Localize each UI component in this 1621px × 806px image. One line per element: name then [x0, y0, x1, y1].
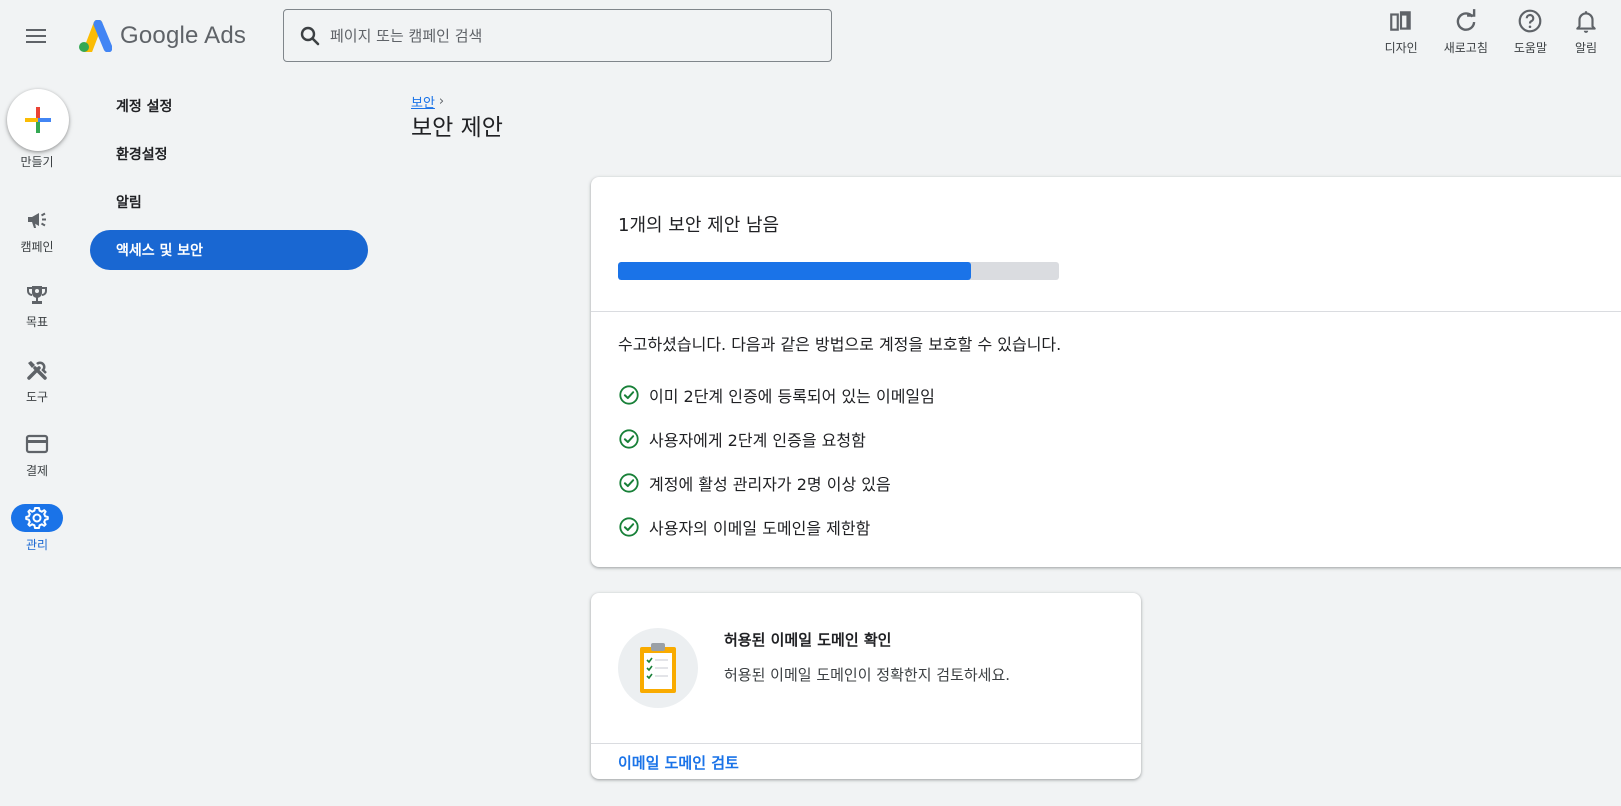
tools-icon — [27, 361, 47, 380]
security-progress-fill — [618, 262, 971, 280]
top-actions: 디자인 새로고침 도움말 알림 — [1359, 6, 1599, 56]
notifications-label: 알림 — [1574, 41, 1598, 55]
rail-icon-wrap — [11, 356, 63, 384]
credit-card-icon — [25, 434, 49, 454]
google-ads-logo[interactable]: Google Ads — [76, 18, 246, 54]
top-bar: Google Ads 디자인 새로고침 — [0, 0, 1621, 72]
refresh-label: 새로고침 — [1443, 41, 1488, 55]
plus-icon — [25, 107, 51, 133]
domain-card-description: 허용된 이메일 도메인이 정확한지 검토하세요. — [724, 666, 1011, 684]
appearance-label: 디자인 — [1384, 41, 1418, 55]
rail-item-goals[interactable]: 목표 — [0, 281, 74, 330]
completed-item-text: 이미 2단계 인증에 등록되어 있는 이메일임 — [649, 387, 935, 406]
completed-item-text: 사용자의 이메일 도메인을 제한함 — [649, 519, 871, 538]
subnav-item-account-settings[interactable]: 계정 설정 — [90, 86, 368, 126]
notifications-button[interactable]: 알림 — [1573, 6, 1599, 56]
rail-label-campaigns: 캠페인 — [20, 240, 54, 254]
rail-item-admin[interactable]: 관리 — [0, 504, 74, 553]
clipboard-illustration — [618, 628, 698, 708]
security-summary-card: 1개의 보안 제안 남음 수고하셨습니다. 다음과 같은 방법으로 계정을 보호… — [591, 177, 1621, 567]
rail-label-billing: 결제 — [25, 464, 49, 478]
completed-item: 사용자의 이메일 도메인을 제한함 — [618, 505, 935, 549]
subnav-item-access-security[interactable]: 액세스 및 보안 — [90, 230, 368, 270]
remaining-suggestions-text: 1개의 보안 제안 남음 — [618, 215, 780, 236]
card-divider — [591, 311, 1621, 312]
completed-item: 계정에 활성 관리자가 2명 이상 있음 — [618, 461, 935, 505]
search-icon — [300, 26, 320, 45]
completed-item-text: 계정에 활성 관리자가 2명 이상 있음 — [649, 475, 891, 494]
help-label: 도움말 — [1513, 41, 1547, 55]
help-icon — [1519, 9, 1542, 33]
rail-item-tools[interactable]: 도구 — [0, 356, 74, 405]
check-circle-icon — [619, 473, 639, 493]
chevron-right-icon: › — [438, 94, 445, 109]
help-button[interactable]: 도움말 — [1514, 6, 1547, 56]
rail-label-goals: 목표 — [25, 315, 49, 329]
completed-item: 이미 2단계 인증에 등록되어 있는 이메일임 — [618, 373, 935, 417]
rail-item-billing[interactable]: 결제 — [0, 430, 74, 479]
refresh-icon — [1456, 9, 1476, 31]
subnav-item-notifications[interactable]: 알림 — [90, 182, 368, 222]
review-email-domain-link[interactable]: 이메일 도메인 검토 — [618, 752, 739, 773]
completed-item-text: 사용자에게 2단계 인증을 요청함 — [649, 431, 866, 450]
rail-icon-wrap — [11, 206, 63, 234]
card-divider — [591, 743, 1141, 744]
check-circle-icon — [619, 385, 639, 405]
rail-label-admin: 관리 — [25, 538, 49, 552]
rail-icon-wrap — [11, 504, 63, 532]
subnav-item-preferences[interactable]: 환경설정 — [90, 134, 368, 174]
check-circle-icon — [619, 429, 639, 449]
search-box[interactable] — [283, 9, 832, 62]
check-circle-icon — [619, 517, 639, 537]
completed-item: 사용자에게 2단계 인증을 요청함 — [618, 417, 935, 461]
rail-icon-wrap — [11, 281, 63, 309]
completed-list: 이미 2단계 인증에 등록되어 있는 이메일임 사용자에게 2단계 인증을 요청… — [618, 373, 935, 549]
create-label: 만들기 — [20, 155, 54, 169]
hamburger-menu-icon[interactable] — [20, 20, 52, 52]
rail-icon-wrap — [11, 430, 63, 458]
appearance-button[interactable]: 디자인 — [1385, 6, 1418, 56]
domain-card-title: 허용된 이메일 도메인 확인 — [724, 631, 892, 649]
trophy-icon — [27, 286, 47, 304]
bell-icon — [1576, 11, 1596, 33]
security-progress-bar — [618, 262, 1059, 280]
rail-label-tools: 도구 — [25, 390, 49, 404]
search-input[interactable] — [330, 26, 810, 45]
refresh-button[interactable]: 새로고침 — [1444, 6, 1488, 56]
good-job-text: 수고하셨습니다. 다음과 같은 방법으로 계정을 보호할 수 있습니다. — [618, 335, 1062, 354]
gear-icon — [25, 507, 49, 529]
clipboard-icon — [640, 643, 676, 693]
page-title: 보안 제안 — [411, 115, 503, 141]
secondary-nav: 계정 설정 환경설정 알림 액세스 및 보안 — [90, 86, 368, 278]
rail-item-campaigns[interactable]: 캠페인 — [0, 206, 74, 255]
email-domain-card: 허용된 이메일 도메인 확인 허용된 이메일 도메인이 정확한지 검토하세요. … — [591, 593, 1141, 779]
logo-text: Google Ads — [120, 22, 247, 49]
google-ads-logo-icon — [79, 20, 112, 52]
appearance-icon — [1390, 11, 1411, 31]
create-button[interactable] — [7, 89, 69, 151]
megaphone-icon — [28, 212, 46, 228]
